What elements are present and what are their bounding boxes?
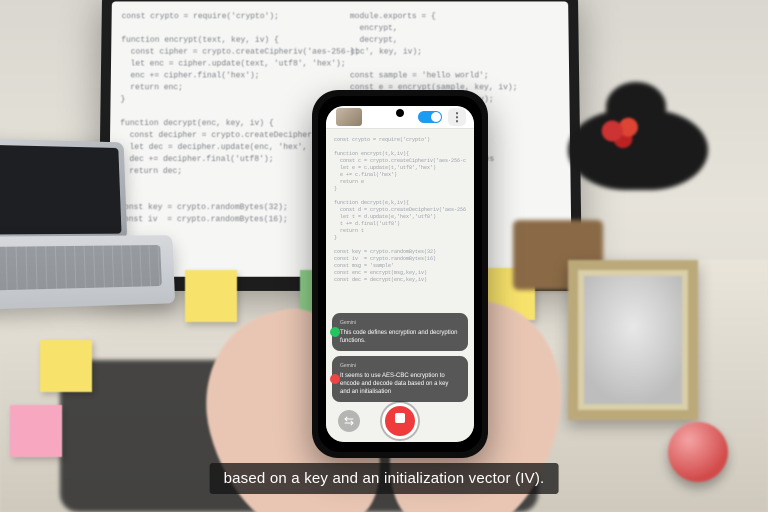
camera-switch-button[interactable]: ⇆: [338, 410, 360, 432]
sticky-note: [40, 340, 92, 392]
sticky-note: [185, 270, 237, 322]
smartphone: ⋮ const crypto = require('crypto') funct…: [312, 90, 488, 458]
phone-screen: ⋮ const crypto = require('crypto') funct…: [326, 106, 474, 442]
apple-fruit: [668, 422, 728, 482]
photo-frame: [568, 260, 698, 420]
status-dot-icon: [330, 374, 340, 384]
sticky-note: [10, 405, 62, 457]
stop-icon: [395, 413, 405, 423]
live-toggle[interactable]: [418, 111, 442, 123]
front-camera-notch: [396, 109, 404, 117]
status-dot-icon: [330, 327, 340, 337]
ai-response-stack: Gemini This code defines encryption and …: [332, 313, 468, 402]
laptop-base: [0, 235, 175, 310]
laptop: [0, 138, 175, 293]
video-frame: const crypto = require('crypto'); functi…: [0, 0, 768, 512]
ai-response-header: Gemini: [340, 362, 460, 370]
preview-thumbnail[interactable]: [336, 108, 362, 126]
camera-controls: ⇆: [326, 404, 474, 438]
ai-response-text: It seems to use AES-CBC encryption to en…: [340, 372, 460, 396]
video-caption: based on a key and an initialization vec…: [210, 463, 559, 494]
laptop-keyboard: [0, 245, 162, 291]
ai-response-header: Gemini: [340, 319, 460, 327]
overflow-menu-button[interactable]: ⋮: [448, 108, 466, 126]
ai-response-text: This code defines encryption and decrypt…: [340, 329, 460, 345]
viewfinder-code: const crypto = require('crypto') functio…: [334, 137, 466, 332]
ai-response-card[interactable]: Gemini It seems to use AES-CBC encryptio…: [332, 356, 468, 402]
hat-decoration: [596, 112, 650, 150]
ai-response-card[interactable]: Gemini This code defines encryption and …: [332, 313, 468, 351]
shutter-button[interactable]: [382, 403, 418, 439]
laptop-lid: [0, 139, 127, 241]
camera-viewfinder: const crypto = require('crypto') functio…: [326, 129, 474, 442]
